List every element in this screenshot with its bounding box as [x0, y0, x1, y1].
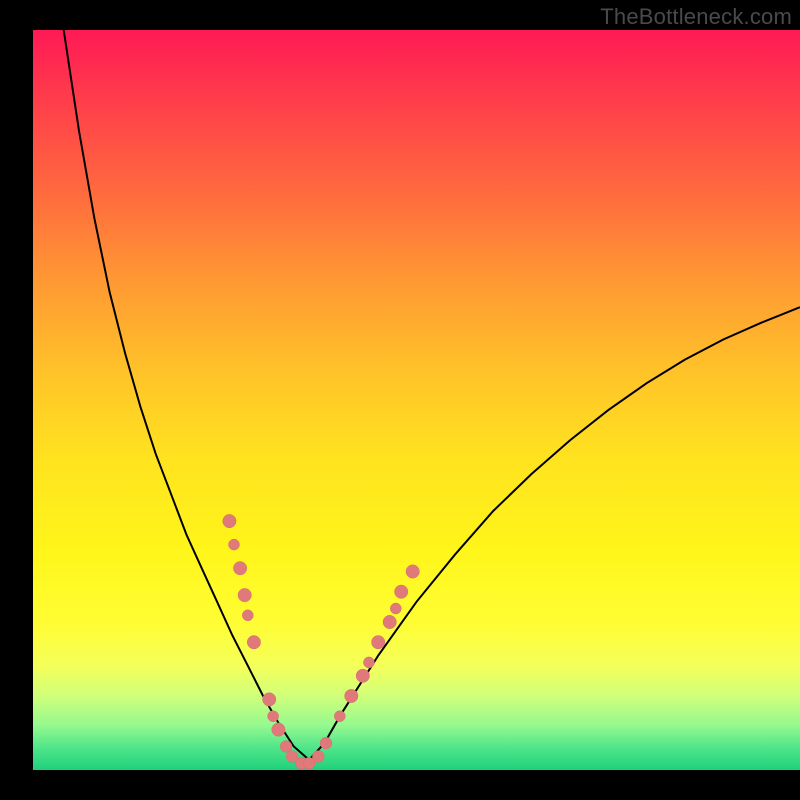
data-marker: [272, 723, 285, 736]
data-marker: [263, 693, 276, 706]
chart-frame: TheBottleneck.com: [0, 0, 800, 800]
data-marker: [223, 514, 236, 527]
data-marker: [247, 636, 260, 649]
data-marker: [280, 741, 292, 753]
data-marker: [242, 610, 253, 621]
data-marker: [320, 737, 332, 749]
data-marker: [406, 565, 419, 578]
data-marker: [268, 711, 279, 722]
data-marker: [345, 689, 358, 702]
data-marker: [363, 657, 374, 668]
data-marker: [238, 588, 251, 601]
chart-overlay: [0, 0, 800, 800]
data-marker: [383, 615, 396, 628]
data-marker: [233, 562, 246, 575]
data-marker: [395, 585, 408, 598]
bottleneck-curve: [64, 30, 800, 760]
data-marker: [334, 711, 345, 722]
data-marker: [229, 539, 240, 550]
data-marker: [312, 751, 324, 763]
data-marker: [372, 636, 385, 649]
data-marker: [390, 603, 401, 614]
data-marker: [356, 669, 369, 682]
